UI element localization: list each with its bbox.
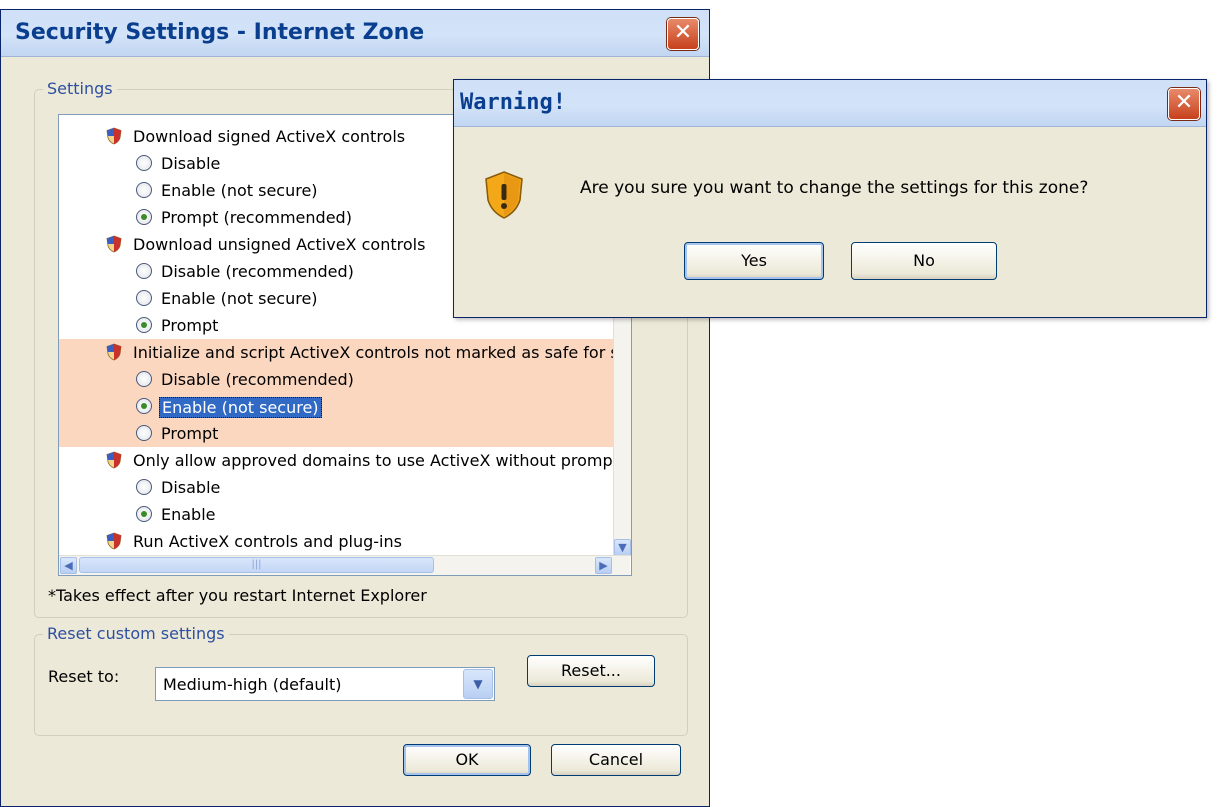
radio-unchecked-icon[interactable]: [136, 371, 152, 387]
reset-level-select[interactable]: Medium-high (default) ▼: [155, 667, 495, 701]
title-bar: Security Settings - Internet Zone ✕: [1, 10, 709, 57]
setting-heading: Initialize and script ActiveX controls n…: [59, 339, 628, 366]
setting-option-label[interactable]: Disable: [161, 478, 220, 497]
scroll-thumb[interactable]: |||: [79, 557, 434, 573]
security-shield-icon: [106, 532, 122, 550]
setting-heading-label: Only allow approved domains to use Activ…: [133, 451, 619, 470]
setting-option-label[interactable]: Enable (not secure): [161, 289, 318, 308]
setting-heading-label: Download signed ActiveX controls: [133, 127, 406, 146]
ok-button[interactable]: OK: [403, 744, 531, 776]
setting-option-label[interactable]: Disable (recommended): [161, 262, 354, 281]
close-button[interactable]: ✕: [667, 18, 699, 50]
setting-heading-label: Download unsigned ActiveX controls: [133, 235, 426, 254]
reset-to-label: Reset to:: [48, 667, 120, 686]
dialog-title: Security Settings - Internet Zone: [15, 20, 425, 45]
setting-heading-label: Initialize and script ActiveX controls n…: [133, 343, 628, 362]
reset-group-label: Reset custom settings: [43, 624, 229, 643]
radio-checked-icon[interactable]: [136, 398, 152, 414]
setting-option[interactable]: Enable: [59, 501, 613, 528]
radio-unchecked-icon[interactable]: [136, 425, 152, 441]
reset-button[interactable]: Reset...: [527, 655, 655, 687]
warning-title-bar: Warning! ✕: [454, 80, 1206, 127]
reset-level-value: Medium-high (default): [163, 675, 342, 694]
radio-unchecked-icon[interactable]: [136, 182, 152, 198]
yes-button[interactable]: Yes: [684, 242, 824, 280]
setting-option-label[interactable]: Enable (not secure): [159, 397, 322, 418]
setting-option-label[interactable]: Disable: [161, 154, 220, 173]
setting-heading: Run ActiveX controls and plug-ins: [59, 528, 613, 555]
horizontal-scrollbar[interactable]: ◀ ||| ▶: [59, 555, 630, 575]
warning-close-button[interactable]: ✕: [1168, 88, 1200, 120]
settings-group-label: Settings: [43, 79, 117, 98]
warning-title: Warning!: [460, 90, 566, 115]
radio-checked-icon[interactable]: [136, 209, 152, 225]
restart-note: *Takes effect after you restart Internet…: [48, 586, 427, 605]
warning-shield-icon: [485, 171, 523, 219]
setting-option[interactable]: Prompt: [59, 420, 613, 447]
security-shield-icon: [106, 343, 122, 361]
setting-option-label[interactable]: Prompt: [161, 424, 218, 443]
setting-heading: Only allow approved domains to use Activ…: [59, 447, 619, 474]
setting-option-label[interactable]: Enable: [161, 505, 216, 524]
setting-option[interactable]: Enable (not secure): [59, 393, 613, 420]
radio-unchecked-icon[interactable]: [136, 479, 152, 495]
security-shield-icon: [106, 127, 122, 145]
radio-unchecked-icon[interactable]: [136, 263, 152, 279]
setting-option-label[interactable]: Prompt (recommended): [161, 208, 352, 227]
setting-option-label[interactable]: Disable (recommended): [161, 370, 354, 389]
radio-checked-icon[interactable]: [136, 506, 152, 522]
radio-unchecked-icon[interactable]: [136, 155, 152, 171]
chevron-down-icon[interactable]: ▼: [463, 669, 493, 699]
warning-message: Are you sure you want to change the sett…: [580, 178, 1089, 198]
scroll-down-icon[interactable]: ▼: [614, 539, 631, 556]
setting-option-label[interactable]: Prompt: [161, 316, 218, 335]
setting-option-label[interactable]: Enable (not secure): [161, 181, 318, 200]
scroll-right-icon[interactable]: ▶: [595, 557, 612, 574]
setting-heading-label: Run ActiveX controls and plug-ins: [133, 532, 402, 551]
cancel-button[interactable]: Cancel: [551, 744, 681, 776]
security-shield-icon: [106, 235, 122, 253]
setting-option[interactable]: Disable (recommended): [59, 366, 613, 393]
setting-option[interactable]: Disable: [59, 474, 613, 501]
security-shield-icon: [106, 451, 122, 469]
warning-dialog: Warning! ✕ Are you sure you want to chan…: [453, 79, 1207, 318]
radio-unchecked-icon[interactable]: [136, 290, 152, 306]
no-button[interactable]: No: [851, 242, 997, 280]
radio-checked-icon[interactable]: [136, 317, 152, 333]
scroll-left-icon[interactable]: ◀: [60, 557, 77, 574]
